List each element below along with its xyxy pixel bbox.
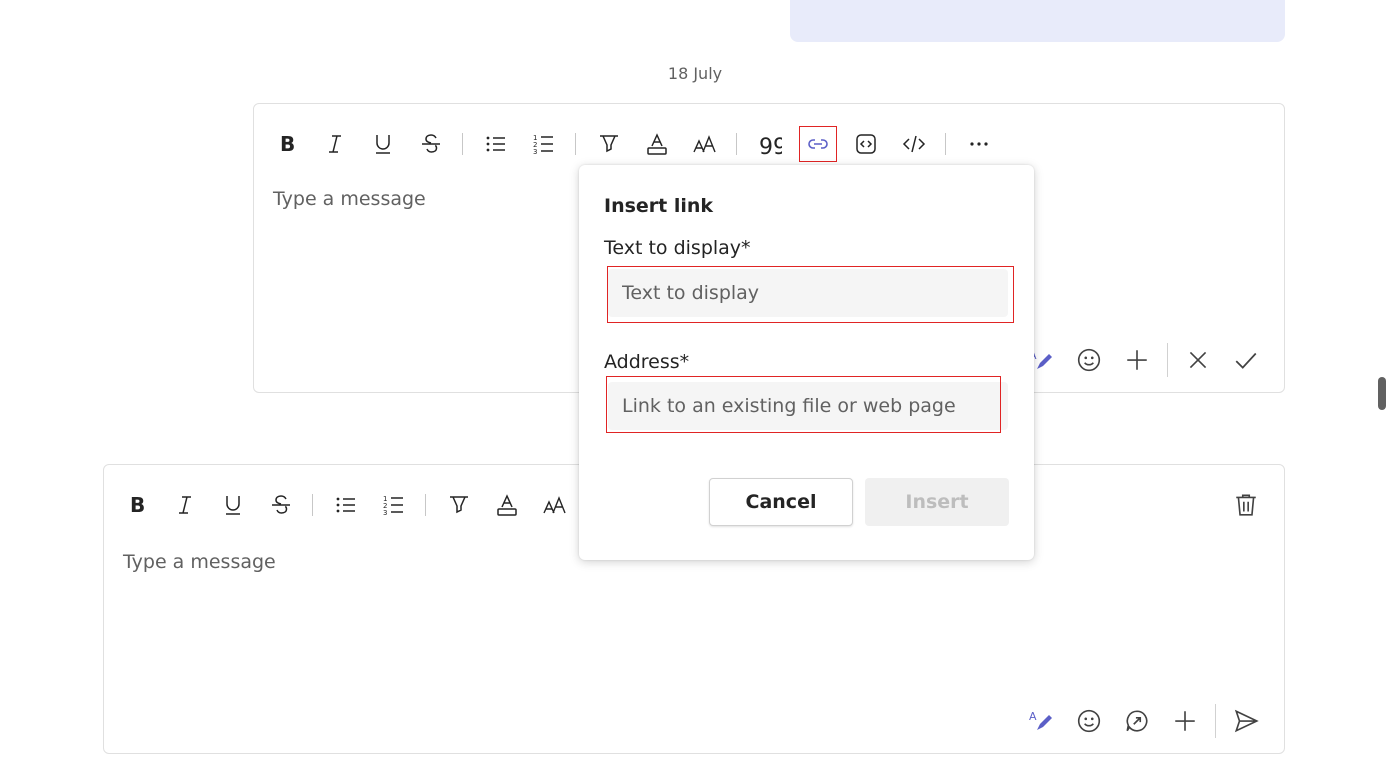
numbered-list-icon[interactable]: [525, 126, 563, 162]
emoji-icon[interactable]: [1071, 342, 1107, 378]
message-input[interactable]: Type a message: [273, 188, 426, 210]
composer-actions: [1011, 703, 1264, 739]
toolbar-divider: [425, 494, 426, 516]
underline-icon[interactable]: [364, 126, 402, 162]
font-size-icon[interactable]: [686, 126, 724, 162]
italic-icon[interactable]: [166, 487, 204, 523]
bullet-list-icon[interactable]: [477, 126, 515, 162]
text-to-display-label: Text to display*: [604, 237, 751, 259]
composer-actions: [1011, 342, 1264, 378]
toolbar-divider: [462, 133, 463, 155]
format-toolbar: [118, 487, 584, 523]
address-label: Address*: [604, 351, 690, 373]
cancel-button[interactable]: Cancel: [709, 478, 853, 526]
underline-icon[interactable]: [214, 487, 252, 523]
numbered-list-icon[interactable]: [375, 487, 413, 523]
send-icon[interactable]: [1228, 703, 1264, 739]
actions-divider: [1215, 704, 1216, 738]
link-icon[interactable]: [799, 126, 837, 162]
font-color-icon[interactable]: [488, 487, 526, 523]
insert-button[interactable]: Insert: [865, 478, 1009, 526]
trash-icon[interactable]: [1228, 487, 1264, 523]
toolbar-divider: [736, 133, 737, 155]
scrollbar-thumb[interactable]: [1378, 377, 1386, 410]
add-icon[interactable]: [1119, 342, 1155, 378]
actions-divider: [1167, 343, 1168, 377]
dialog-title: Insert link: [604, 195, 714, 217]
discard-icon[interactable]: [1180, 342, 1216, 378]
toolbar-divider: [945, 133, 946, 155]
highlight-icon[interactable]: [590, 126, 628, 162]
bullet-list-icon[interactable]: [327, 487, 365, 523]
toolbar-divider: [575, 133, 576, 155]
emoji-icon[interactable]: [1071, 703, 1107, 739]
message-input[interactable]: Type a message: [123, 551, 276, 573]
italic-icon[interactable]: [316, 126, 354, 162]
code-snippet-icon[interactable]: [847, 126, 885, 162]
loop-icon[interactable]: [1119, 703, 1155, 739]
add-icon[interactable]: [1167, 703, 1203, 739]
address-input[interactable]: [608, 382, 1008, 430]
code-icon[interactable]: [895, 126, 933, 162]
message-bubble: [790, 0, 1285, 42]
highlight-icon[interactable]: [440, 487, 478, 523]
rewrite-icon[interactable]: [1023, 703, 1059, 739]
strikethrough-icon[interactable]: [412, 126, 450, 162]
insert-link-dialog: Insert link Text to display* Address* Ca…: [579, 165, 1034, 560]
done-icon[interactable]: [1228, 342, 1264, 378]
bold-icon[interactable]: [118, 487, 156, 523]
font-color-icon[interactable]: [638, 126, 676, 162]
more-icon[interactable]: [960, 126, 998, 162]
font-size-icon[interactable]: [536, 487, 574, 523]
toolbar-divider: [312, 494, 313, 516]
date-divider: 18 July: [667, 64, 723, 83]
format-toolbar: [268, 126, 1008, 162]
bold-icon[interactable]: [268, 126, 306, 162]
strikethrough-icon[interactable]: [262, 487, 300, 523]
quote-icon[interactable]: [751, 126, 789, 162]
text-to-display-input[interactable]: [608, 269, 1008, 317]
